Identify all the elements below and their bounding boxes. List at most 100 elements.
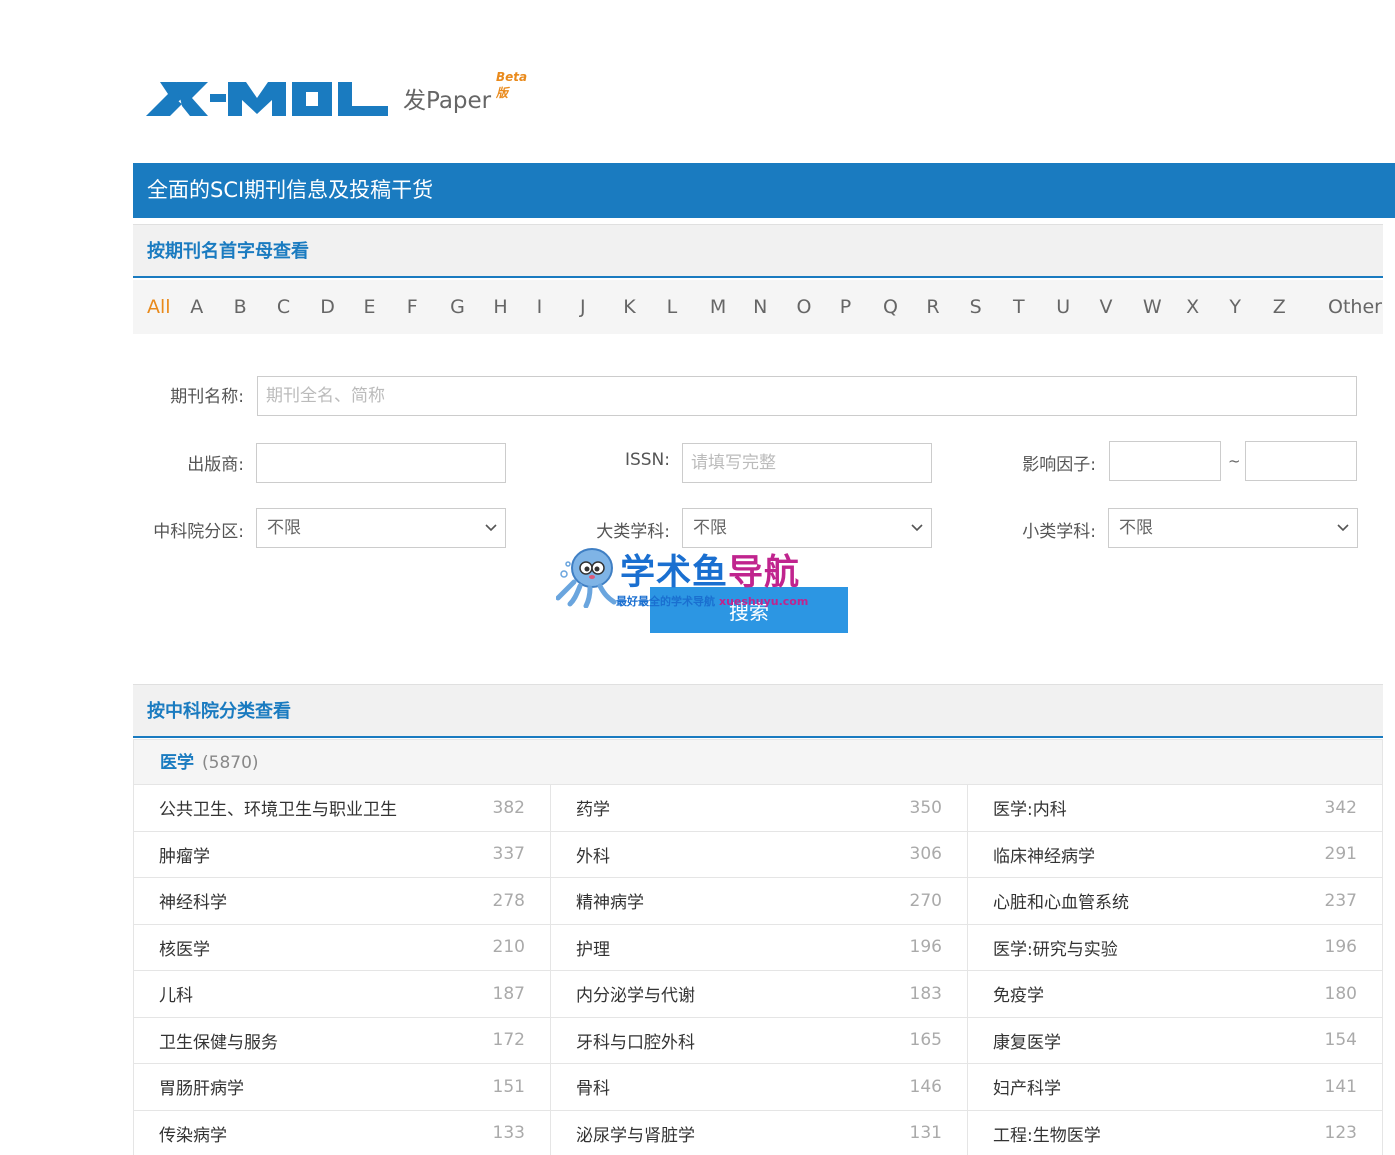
letter-filter-n[interactable]: N bbox=[753, 296, 796, 318]
subcategory-name[interactable]: 护理 bbox=[576, 935, 610, 960]
subcategory-name[interactable]: 免疫学 bbox=[993, 981, 1044, 1006]
letter-filter-r[interactable]: R bbox=[926, 296, 969, 318]
letter-filter-s[interactable]: S bbox=[970, 296, 1013, 318]
category-name[interactable]: 医学 bbox=[160, 753, 194, 773]
letter-filter-m[interactable]: M bbox=[710, 296, 753, 318]
subcategory-item[interactable]: 传染病学 133 bbox=[133, 1110, 550, 1155]
letter-filter-t[interactable]: T bbox=[1013, 296, 1056, 318]
subcategory-item[interactable]: 牙科与口腔外科 165 bbox=[550, 1017, 967, 1064]
subcategory-name[interactable]: 泌尿学与肾脏学 bbox=[576, 1121, 695, 1146]
subcategory-count: 382 bbox=[492, 797, 525, 818]
subcategory-item[interactable]: 医学:内科 342 bbox=[967, 785, 1383, 832]
subcategory-name[interactable]: 外科 bbox=[576, 842, 610, 867]
subcategory-name[interactable]: 精神病学 bbox=[576, 888, 644, 913]
range-separator: ~ bbox=[1228, 452, 1241, 470]
letter-filter-y[interactable]: Y bbox=[1229, 296, 1272, 318]
subcategory-item[interactable]: 临床神经病学 291 bbox=[967, 831, 1383, 878]
cas-section-title: 按中科院分类查看 bbox=[133, 684, 1383, 738]
subcategory-item[interactable]: 免疫学 180 bbox=[967, 971, 1383, 1018]
subcategory-name[interactable]: 医学:内科 bbox=[993, 795, 1067, 820]
site-logo[interactable]: 发Paper Beta版 bbox=[146, 66, 527, 126]
subcategory-item[interactable]: 公共卫生、环境卫生与职业卫生 382 bbox=[133, 785, 550, 832]
subcategory-name[interactable]: 神经科学 bbox=[159, 888, 227, 913]
subcategory-name[interactable]: 药学 bbox=[576, 795, 610, 820]
issn-input[interactable]: 请填写完整 bbox=[682, 443, 932, 483]
letter-filter-b[interactable]: B bbox=[234, 296, 277, 318]
letter-filter-other[interactable]: Other bbox=[1328, 296, 1382, 318]
letter-filter-d[interactable]: D bbox=[320, 296, 363, 318]
letter-filter-w[interactable]: W bbox=[1143, 296, 1186, 318]
subcategory-count: 210 bbox=[492, 937, 525, 958]
impact-factor-min-input[interactable] bbox=[1109, 441, 1221, 481]
watermark: 学术鱼导航 最好最全的学术导航 xueshuyu.com bbox=[556, 544, 846, 610]
letter-filter-h[interactable]: H bbox=[493, 296, 536, 318]
subcategory-count: 187 bbox=[492, 983, 525, 1004]
subcategory-item[interactable]: 卫生保健与服务 172 bbox=[133, 1017, 550, 1064]
letter-filter-e[interactable]: E bbox=[363, 296, 406, 318]
subcategory-name[interactable]: 内分泌学与代谢 bbox=[576, 981, 695, 1006]
letter-filter-k[interactable]: K bbox=[623, 296, 666, 318]
journal-name-input[interactable]: 期刊全名、简称 bbox=[257, 376, 1357, 416]
subcategory-item[interactable]: 神经科学 278 bbox=[133, 878, 550, 925]
major-subject-select[interactable]: 不限 bbox=[682, 508, 932, 548]
letter-filter-o[interactable]: O bbox=[796, 296, 839, 318]
letter-filter-g[interactable]: G bbox=[450, 296, 493, 318]
subcategory-count: 133 bbox=[492, 1123, 525, 1144]
subcategory-count: 123 bbox=[1324, 1123, 1357, 1144]
subcategory-name[interactable]: 胃肠肝病学 bbox=[159, 1074, 244, 1099]
subcategory-count: 278 bbox=[492, 890, 525, 911]
subcategory-item[interactable]: 胃肠肝病学 151 bbox=[133, 1064, 550, 1111]
impact-factor-max-input[interactable] bbox=[1245, 441, 1357, 481]
subcategory-name[interactable]: 传染病学 bbox=[159, 1121, 227, 1146]
subcategory-item[interactable]: 外科 306 bbox=[550, 831, 967, 878]
subcategory-item[interactable]: 核医学 210 bbox=[133, 924, 550, 971]
subcategory-name[interactable]: 医学:研究与实验 bbox=[993, 935, 1118, 960]
watermark-title-part-b: 导航 bbox=[728, 553, 801, 593]
subcategory-item[interactable]: 工程:生物医学 123 bbox=[967, 1110, 1383, 1155]
subcategory-name[interactable]: 公共卫生、环境卫生与职业卫生 bbox=[159, 795, 397, 820]
subcategory-item[interactable]: 康复医学 154 bbox=[967, 1017, 1383, 1064]
subcategory-item[interactable]: 心脏和心血管系统 237 bbox=[967, 878, 1383, 925]
subcategory-name[interactable]: 肿瘤学 bbox=[159, 842, 210, 867]
subcategory-item[interactable]: 医学:研究与实验 196 bbox=[967, 924, 1383, 971]
publisher-input[interactable] bbox=[256, 443, 506, 483]
subcategory-item[interactable]: 精神病学 270 bbox=[550, 878, 967, 925]
letter-filter-q[interactable]: Q bbox=[883, 296, 926, 318]
chevron-down-icon bbox=[1337, 524, 1349, 532]
subcategory-name[interactable]: 临床神经病学 bbox=[993, 842, 1095, 867]
letter-filter-p[interactable]: P bbox=[840, 296, 883, 318]
subcategory-name[interactable]: 工程:生物医学 bbox=[993, 1121, 1101, 1146]
subcategory-name[interactable]: 儿科 bbox=[159, 981, 193, 1006]
letter-filter-all[interactable]: All bbox=[147, 296, 190, 318]
letter-filter-j[interactable]: J bbox=[580, 296, 623, 318]
letter-filter-z[interactable]: Z bbox=[1273, 296, 1316, 318]
page-banner: 全面的SCI期刊信息及投稿干货 bbox=[133, 163, 1395, 218]
subcategory-name[interactable]: 康复医学 bbox=[993, 1028, 1061, 1053]
subcategory-item[interactable]: 骨科 146 bbox=[550, 1064, 967, 1111]
letter-filter-l[interactable]: L bbox=[667, 296, 710, 318]
minor-subject-select[interactable]: 不限 bbox=[1108, 508, 1358, 548]
subcategory-name[interactable]: 心脏和心血管系统 bbox=[993, 888, 1129, 913]
subcategory-item[interactable]: 内分泌学与代谢 183 bbox=[550, 971, 967, 1018]
subcategory-name[interactable]: 卫生保健与服务 bbox=[159, 1028, 278, 1053]
letter-filter-i[interactable]: I bbox=[537, 296, 580, 318]
letter-filter-c[interactable]: C bbox=[277, 296, 320, 318]
cas-zone-select[interactable]: 不限 bbox=[256, 508, 506, 548]
subcategory-name[interactable]: 核医学 bbox=[159, 935, 210, 960]
subcategory-item[interactable]: 护理 196 bbox=[550, 924, 967, 971]
subcategory-item[interactable]: 儿科 187 bbox=[133, 971, 550, 1018]
subcategory-item[interactable]: 药学 350 bbox=[550, 785, 967, 832]
watermark-title-part-a: 学术鱼 bbox=[620, 553, 729, 593]
subcategory-item[interactable]: 泌尿学与肾脏学 131 bbox=[550, 1110, 967, 1155]
subcategory-name[interactable]: 牙科与口腔外科 bbox=[576, 1028, 695, 1053]
subcategory-name[interactable]: 骨科 bbox=[576, 1074, 610, 1099]
letter-filter-u[interactable]: U bbox=[1056, 296, 1099, 318]
subcategory-item[interactable]: 妇产科学 141 bbox=[967, 1064, 1383, 1111]
category-header[interactable]: 医学 (5870) bbox=[133, 739, 1383, 785]
letter-filter-f[interactable]: F bbox=[407, 296, 450, 318]
subcategory-item[interactable]: 肿瘤学 337 bbox=[133, 831, 550, 878]
letter-filter-v[interactable]: V bbox=[1100, 296, 1143, 318]
letter-filter-x[interactable]: X bbox=[1186, 296, 1229, 318]
subcategory-name[interactable]: 妇产科学 bbox=[993, 1074, 1061, 1099]
letter-filter-a[interactable]: A bbox=[190, 296, 233, 318]
